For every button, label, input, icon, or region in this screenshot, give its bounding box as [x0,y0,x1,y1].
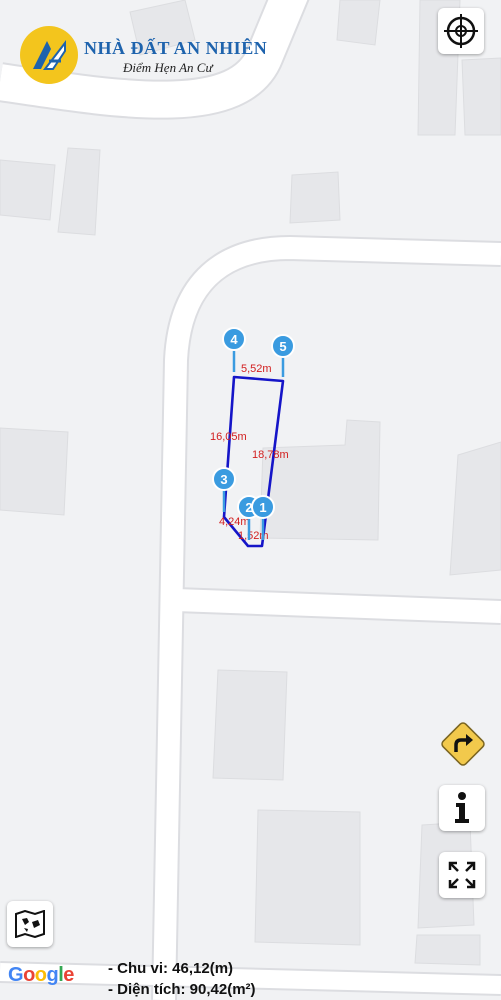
building [449,441,501,576]
map-layers-button[interactable] [7,901,53,947]
info-icon [455,792,469,823]
map-icon [15,910,45,938]
edge-length-label: 5,52m [241,363,272,375]
crosshair-icon [444,14,478,48]
pin-number: 1 [259,500,266,515]
locate-button[interactable] [438,8,484,54]
building [414,934,481,966]
expand-icon [448,861,476,889]
perimeter-text: - Chu vi: 46,12(m) [108,960,234,977]
pin-number: 4 [230,332,238,347]
google-logo: Google [8,964,74,987]
logo-badge-icon [20,26,78,84]
building [336,0,381,46]
turn-right-diamond-icon [441,722,485,766]
building [212,669,288,781]
google-letter: G [8,964,24,986]
edge-length-label: 18,78m [252,449,289,461]
building [0,427,69,516]
google-letter: g [46,964,59,986]
google-letter: e [63,964,74,986]
directions-button[interactable] [437,718,485,766]
building [0,159,56,221]
google-letter: o [34,964,47,986]
brand-logo: NHÀ ĐẤT AN NHIÊN Điểm Hẹn An Cư [20,24,280,84]
brand-name: NHÀ ĐẤT AN NHIÊN [84,38,268,58]
building [254,809,361,946]
pin-number: 3 [220,472,227,487]
fullscreen-button[interactable] [439,852,485,898]
info-button[interactable] [439,785,485,831]
pin-number: 5 [279,339,286,354]
brand-tagline: Điểm Hẹn An Cư [123,60,213,75]
area-text: - Diện tích: 90,42(m²) [108,981,256,998]
map-app: 5,52m 16,05m 18,78m 4,24m 1,52m 4 5 3 2 [0,0,501,1000]
building [461,57,501,136]
building [289,171,341,224]
plot-summary: - Chu vi: 46,12(m) - Diện tích: 90,42(m²… [108,958,256,1000]
map-canvas[interactable]: 5,52m 16,05m 18,78m 4,24m 1,52m 4 5 3 2 [0,0,501,1000]
edge-length-label: 16,05m [210,431,247,443]
google-letter: o [23,964,35,986]
